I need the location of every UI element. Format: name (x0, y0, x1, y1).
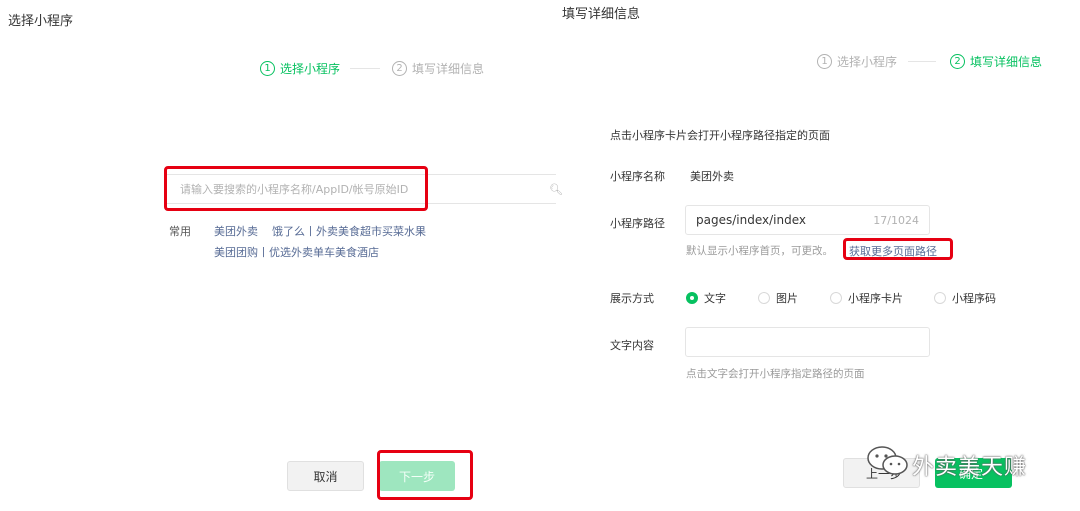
common-link-meituan-tuangou[interactable]: 美团团购丨优选外卖单车美食酒店 (214, 246, 379, 259)
left-step-1: 1 选择小程序 (260, 60, 340, 77)
intro-text: 点击小程序卡片会打开小程序路径指定的页面 (610, 129, 830, 142)
common-label: 常用 (169, 225, 191, 238)
wechat-watermark-icon (866, 443, 910, 483)
next-button[interactable]: 下一步 (379, 461, 455, 491)
radio-checked-icon (686, 292, 698, 304)
text-content-label: 文字内容 (610, 339, 654, 352)
step-2-label: 填写详细信息 (412, 62, 485, 76)
display-option-qrcode[interactable]: 小程序码 (934, 290, 996, 306)
right-panel-title: 填写详细信息 (562, 7, 641, 22)
step-1-label: 选择小程序 (280, 62, 341, 76)
display-option-text-label: 文字 (704, 292, 726, 305)
search-box[interactable] (166, 174, 556, 204)
display-option-card[interactable]: 小程序卡片 (830, 290, 903, 306)
left-step-divider (350, 68, 380, 69)
right-step-1: 1 选择小程序 (817, 53, 897, 70)
common-row-2: 美团团购丨优选外卖单车美食酒店 (214, 241, 379, 260)
right-step-1-number: 1 (817, 54, 832, 69)
right-step-2: 2 填写详细信息 (950, 53, 1042, 70)
search-icon[interactable]: 🔍︎ (549, 183, 563, 196)
left-step-2: 2 填写详细信息 (392, 60, 484, 77)
path-value: pages/index/index (696, 213, 806, 227)
step-2-number: 2 (392, 61, 407, 76)
common-link-meituan-waimai[interactable]: 美团外卖 (214, 223, 258, 239)
display-option-image[interactable]: 图片 (758, 290, 798, 306)
cancel-button[interactable]: 取消 (287, 461, 364, 491)
right-step-2-label: 填写详细信息 (970, 55, 1043, 69)
path-label: 小程序路径 (610, 217, 665, 230)
text-content-hint: 点击文字会打开小程序指定路径的页面 (686, 368, 865, 380)
name-label: 小程序名称 (610, 170, 665, 183)
right-step-divider (908, 61, 936, 62)
common-row-1: 美团外卖 饿了么丨外卖美食超市买菜水果 (214, 223, 426, 239)
path-counter: 17/1024 (873, 213, 919, 227)
display-label: 展示方式 (610, 292, 654, 305)
common-link-eleme[interactable]: 饿了么丨外卖美食超市买菜水果 (272, 223, 426, 239)
name-value: 美团外卖 (690, 170, 734, 183)
radio-icon (758, 292, 770, 304)
radio-icon (934, 292, 946, 304)
more-paths-link[interactable]: 获取更多页面路径 (849, 243, 937, 259)
search-input[interactable] (180, 182, 556, 196)
left-panel-title: 选择小程序 (8, 14, 74, 29)
display-option-card-label: 小程序卡片 (848, 292, 903, 305)
display-option-text[interactable]: 文字 (686, 290, 726, 306)
text-content-field[interactable] (685, 327, 930, 357)
path-hint: 默认显示小程序首页，可更改。 (686, 245, 833, 257)
right-step-1-label: 选择小程序 (837, 55, 898, 69)
display-option-qrcode-label: 小程序码 (952, 292, 996, 305)
watermark-text: 外卖美天赚 (912, 455, 1028, 480)
display-option-image-label: 图片 (776, 292, 798, 305)
radio-icon (830, 292, 842, 304)
step-1-number: 1 (260, 61, 275, 76)
path-field[interactable]: pages/index/index 17/1024 (685, 205, 930, 235)
right-step-2-number: 2 (950, 54, 965, 69)
